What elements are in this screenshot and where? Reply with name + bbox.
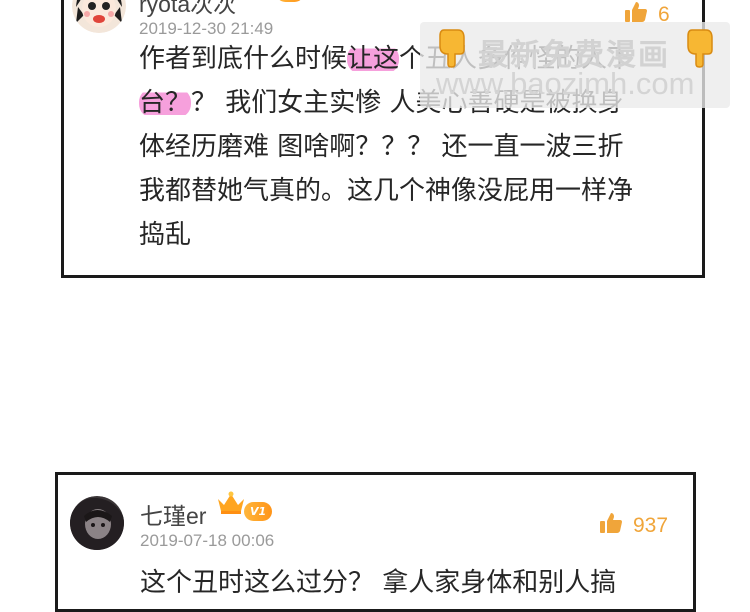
like-count: 937 (633, 514, 669, 537)
comment-line: 体经历磨难 图啥啊？？？ 还一直一波三折 (139, 132, 624, 162)
highlight-mark: 台？ (139, 88, 192, 118)
comment-text: 作者到底什么时候让这个丑人多作怪的人下 台？？ 我们女主实惨 人美心善硬是被换身… (139, 37, 633, 257)
username[interactable]: 七瑾er (140, 497, 206, 531)
comment-text: 这个丑时这么过分？ 拿人家身体和别人搞 (140, 561, 616, 605)
avatar[interactable] (72, 0, 126, 33)
comment-card: 七瑾er V1 2019-07-18 00:06 937 这个丑时这么过分？ 拿… (55, 472, 696, 612)
level-badge: V2 (276, 0, 305, 2)
comment-datetime: 2019-07-18 00:06 (140, 531, 275, 550)
comment-line: 这个丑时这么过分？ 拿人家身体和别人搞 (140, 568, 617, 598)
crown-icon (216, 491, 246, 519)
thumbs-up-icon (599, 512, 623, 540)
like-button[interactable]: 6 (624, 1, 670, 29)
highlight-mark: 让这 (347, 44, 400, 74)
comment-card: ryota次次 V2 2019-12-30 21:49 6 作者到底什么时候让这… (61, 0, 705, 278)
thumbs-up-icon (624, 1, 648, 29)
like-count: 6 (658, 3, 670, 26)
avatar[interactable] (70, 496, 124, 550)
comment-line: 台？？ 我们女主实惨 人美心善硬是被换身 (139, 88, 624, 118)
comment-line: 作者到底什么时候让这个丑人多作怪的人下 (139, 44, 634, 74)
like-button[interactable]: 937 (599, 512, 668, 540)
comment-line: 我都替她气真的。这几个神像没屁用一样净 (139, 176, 634, 206)
comment-datetime: 2019-12-30 21:49 (139, 19, 274, 38)
username[interactable]: ryota次次 (139, 0, 236, 19)
comment-line: 捣乱 (139, 220, 192, 250)
level-badge: V1 (244, 502, 273, 521)
